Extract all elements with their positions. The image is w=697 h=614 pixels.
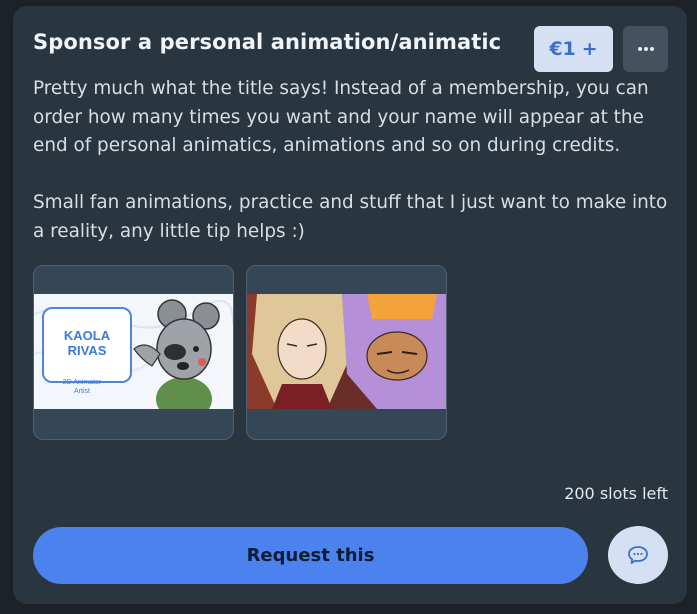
thumbnail-image-2[interactable] — [246, 265, 447, 440]
chat-button[interactable] — [608, 526, 668, 584]
fan-art-image — [247, 294, 446, 409]
description-paragraph: Small fan animations, practice and stuff… — [33, 192, 668, 242]
thumbnail-image-1[interactable]: KAOLA RIVAS 2D Animator Artist — [33, 265, 234, 440]
more-dots-icon — [637, 47, 654, 51]
price-amount: €1 — [549, 38, 576, 60]
logo-text-line-2: RIVAS — [68, 343, 107, 358]
chat-bubble-icon — [628, 546, 648, 564]
sponsor-card: Sponsor a personal animation/animatic €1… — [13, 6, 687, 604]
more-options-button[interactable] — [623, 26, 668, 72]
caption-line-2: Artist — [74, 388, 90, 395]
price-button[interactable]: €1 + — [534, 26, 613, 72]
price-plus: + — [581, 38, 598, 60]
card-description: Pretty much what the title says! Instead… — [33, 75, 673, 246]
slots-remaining: 200 slots left — [564, 484, 668, 503]
request-button[interactable]: Request this — [33, 527, 588, 584]
description-paragraph: Pretty much what the title says! Instead… — [33, 78, 649, 156]
koala-artwork-image: KAOLA RIVAS 2D Animator Artist — [34, 294, 233, 409]
caption-line-1: 2D Animator — [63, 379, 102, 386]
logo-text-line-1: KAOLA — [64, 328, 111, 343]
card-title: Sponsor a personal animation/animatic — [33, 30, 502, 54]
